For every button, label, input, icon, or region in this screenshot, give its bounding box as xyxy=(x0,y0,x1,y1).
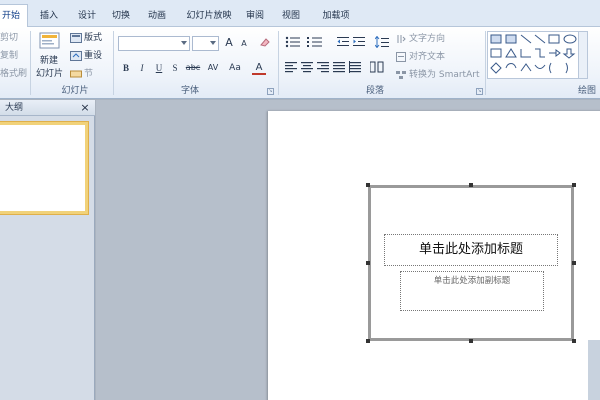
columns-icon[interactable] xyxy=(369,61,384,75)
shadow-button[interactable]: S xyxy=(168,61,182,75)
align-right-icon[interactable] xyxy=(316,61,330,75)
layout-icon xyxy=(70,33,82,43)
grow-font-button[interactable]: A xyxy=(222,36,236,50)
shapes-gallery[interactable] xyxy=(487,31,579,79)
resize-handle[interactable] xyxy=(366,261,370,265)
close-icon[interactable]: × xyxy=(79,101,91,114)
bullets-icon[interactable] xyxy=(284,36,302,50)
resize-handle[interactable] xyxy=(469,339,473,343)
align-text-icon xyxy=(396,52,406,62)
resize-handle[interactable] xyxy=(572,261,576,265)
resize-handle[interactable] xyxy=(572,339,576,343)
subtitle-placeholder[interactable]: 单击此处添加副标题 xyxy=(400,271,544,311)
tab-animations[interactable]: 动画 xyxy=(140,7,174,27)
font-size-combo[interactable] xyxy=(192,36,219,51)
shrink-font-button[interactable]: A xyxy=(237,37,251,51)
layout-button[interactable]: 版式 xyxy=(84,31,102,45)
group-separator xyxy=(278,31,279,95)
font-group-label: 字体 xyxy=(180,86,199,96)
tab-review[interactable]: 审阅 xyxy=(238,7,272,27)
char-spacing-button[interactable]: AV xyxy=(204,61,222,75)
vertical-scrollbar[interactable] xyxy=(588,340,600,400)
shapes-gallery-scroll[interactable] xyxy=(579,31,588,79)
section-icon xyxy=(70,69,82,79)
resize-handle[interactable] xyxy=(469,183,473,187)
strikethrough-button[interactable]: abc xyxy=(184,61,202,75)
group-separator xyxy=(485,31,486,95)
reset-icon xyxy=(70,51,82,61)
underline-button[interactable]: U xyxy=(152,61,166,75)
tab-home[interactable]: 开始 xyxy=(0,4,28,28)
paragraph-group-label: 段落 xyxy=(365,86,384,96)
resize-handle[interactable] xyxy=(366,183,370,187)
copy-button[interactable]: 复制 xyxy=(0,49,18,63)
convert-smartart-button[interactable]: 转换为 SmartArt xyxy=(409,68,479,82)
italic-button[interactable]: I xyxy=(135,61,149,75)
font-family-combo[interactable] xyxy=(118,36,190,51)
increase-indent-icon[interactable] xyxy=(352,36,366,50)
group-separator xyxy=(113,31,114,95)
font-color-button[interactable]: A xyxy=(252,61,266,75)
align-left-icon[interactable] xyxy=(284,61,298,75)
line-spacing-icon[interactable] xyxy=(374,35,389,50)
text-direction-button[interactable]: 文字方向 xyxy=(409,32,445,46)
tab-design[interactable]: 设计 xyxy=(70,7,104,27)
slide-thumbnail[interactable] xyxy=(0,122,88,214)
smartart-icon xyxy=(396,70,406,80)
resize-handle[interactable] xyxy=(366,339,370,343)
reset-button[interactable]: 重设 xyxy=(84,49,102,63)
font-dialog-launcher[interactable]: ↘ xyxy=(267,88,274,95)
tab-view[interactable]: 视图 xyxy=(274,7,308,27)
ribbon-tab-bar: 开始 插入 设计 切换 动画 幻灯片放映 审阅 视图 加载项 xyxy=(0,0,600,28)
distributed-icon[interactable] xyxy=(348,61,362,75)
text-direction-icon xyxy=(396,34,406,44)
clear-format-icon[interactable] xyxy=(258,36,272,50)
format-painter-button[interactable]: 格式刷 xyxy=(0,67,27,81)
tab-transitions[interactable]: 切换 xyxy=(104,7,138,27)
drawing-group-label: 绘图 xyxy=(578,86,597,96)
outline-pane-header: 大纲 × xyxy=(0,100,95,116)
new-slide-icon[interactable] xyxy=(38,30,62,54)
tab-slideshow[interactable]: 幻灯片放映 xyxy=(178,7,240,27)
decrease-indent-icon[interactable] xyxy=(336,36,350,50)
slides-group-label: 幻灯片 xyxy=(61,86,89,96)
paragraph-dialog-launcher[interactable]: ↘ xyxy=(476,88,483,95)
shapes-gallery-icons xyxy=(490,34,577,74)
group-separator xyxy=(30,31,31,95)
resize-handle[interactable] xyxy=(572,183,576,187)
tab-insert[interactable]: 插入 xyxy=(32,7,66,27)
align-center-icon[interactable] xyxy=(300,61,314,75)
new-slide-label-bottom[interactable]: 幻灯片 xyxy=(36,67,63,81)
align-text-button[interactable]: 对齐文本 xyxy=(409,50,445,64)
tab-addins[interactable]: 加载项 xyxy=(314,7,358,27)
section-button[interactable]: 节 xyxy=(84,67,93,81)
change-case-button[interactable]: Aa xyxy=(226,61,244,75)
new-slide-label-top[interactable]: 新建 xyxy=(40,54,58,68)
cut-button[interactable]: 剪切 xyxy=(0,31,18,45)
bold-button[interactable]: B xyxy=(119,61,133,75)
tab-outline[interactable]: 大纲 xyxy=(0,102,28,116)
outline-pane: 大纲 × xyxy=(0,100,95,400)
numbering-icon[interactable] xyxy=(306,36,324,50)
title-placeholder[interactable]: 单击此处添加标题 xyxy=(384,234,558,266)
justify-icon[interactable] xyxy=(332,61,346,75)
